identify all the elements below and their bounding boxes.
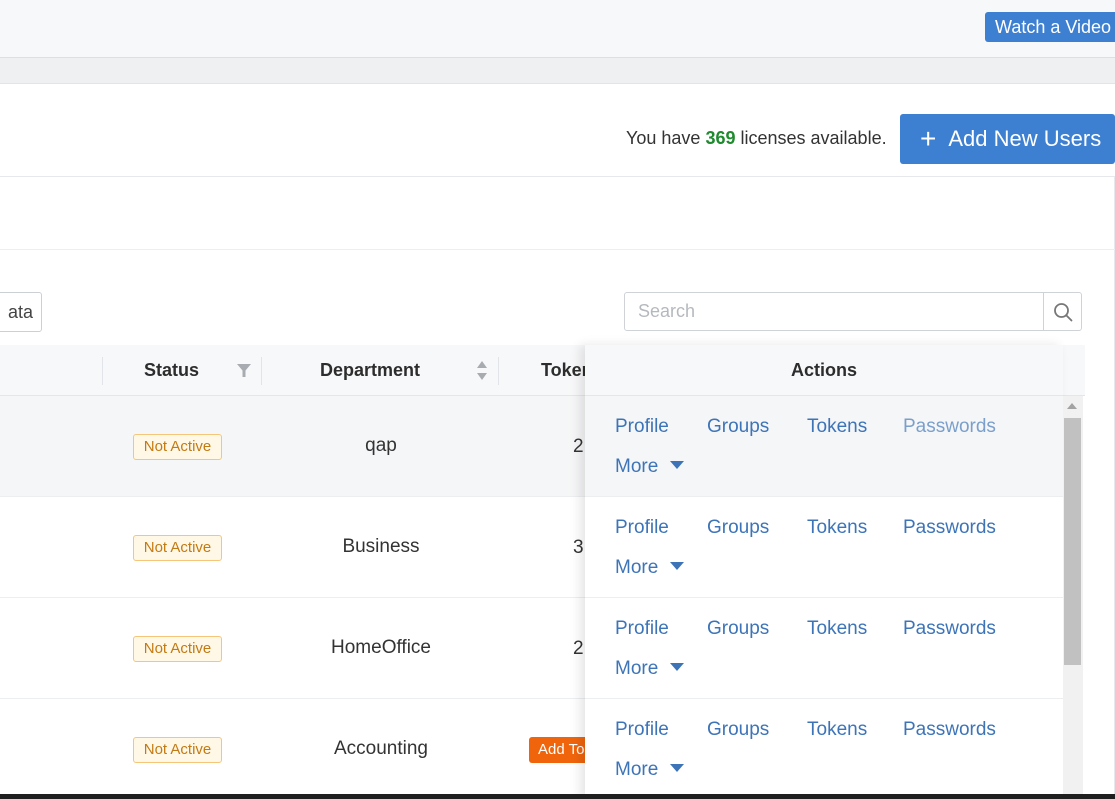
groups-link[interactable]: Groups: [707, 416, 769, 438]
actions-row: Profile Groups Tokens Passwords More: [585, 598, 1063, 699]
more-label: More: [615, 759, 659, 780]
licenses-available-text: You have 369 licenses available.: [626, 128, 887, 149]
groups-link[interactable]: Groups: [707, 517, 769, 539]
actions-row: Profile Groups Tokens Passwords More: [585, 396, 1063, 497]
department-cell: qap: [365, 435, 397, 456]
column-separator: [102, 357, 103, 385]
caret-down-icon: [670, 562, 685, 570]
column-header-status[interactable]: Status: [144, 345, 199, 396]
groups-link[interactable]: Groups: [707, 719, 769, 741]
licenses-suffix: licenses available.: [740, 128, 887, 148]
profile-link[interactable]: Profile: [615, 416, 669, 438]
more-dropdown[interactable]: More: [615, 658, 685, 680]
scroll-up-arrow-icon[interactable]: [1067, 403, 1077, 409]
actions-row: Profile Groups Tokens Passwords More: [585, 699, 1063, 799]
column-separator: [261, 357, 262, 385]
groups-link[interactable]: Groups: [707, 618, 769, 640]
status-badge: Not Active: [133, 434, 222, 460]
search-icon: [1054, 302, 1073, 321]
more-label: More: [615, 456, 659, 477]
tokens-link[interactable]: Tokens: [807, 416, 867, 438]
status-badge: Not Active: [133, 535, 222, 561]
tokens-cell: 2: [573, 638, 584, 659]
passwords-link[interactable]: Passwords: [903, 517, 996, 539]
sort-icon[interactable]: [476, 361, 488, 380]
data-button[interactable]: ata: [0, 292, 42, 332]
search-input[interactable]: [625, 293, 1043, 330]
tokens-link[interactable]: Tokens: [807, 719, 867, 741]
tokens-link[interactable]: Tokens: [807, 517, 867, 539]
search-box: [624, 292, 1082, 331]
column-separator: [498, 357, 499, 385]
bottom-edge-bar: [0, 794, 1115, 799]
caret-down-icon: [670, 663, 685, 671]
tokens-cell: 3: [573, 537, 584, 558]
passwords-link[interactable]: Passwords: [903, 416, 996, 438]
licenses-prefix: You have: [626, 128, 701, 148]
scrollbar-thumb[interactable]: [1064, 418, 1081, 665]
profile-link[interactable]: Profile: [615, 618, 669, 640]
add-new-users-button[interactable]: + Add New Users: [900, 114, 1115, 164]
add-new-users-label: Add New Users: [948, 126, 1102, 151]
profile-link[interactable]: Profile: [615, 517, 669, 539]
status-badge: Not Active: [133, 636, 222, 662]
department-cell: Business: [342, 536, 420, 557]
more-dropdown[interactable]: More: [615, 557, 685, 579]
more-label: More: [615, 658, 659, 679]
status-badge: Not Active: [133, 737, 222, 763]
more-label: More: [615, 557, 659, 578]
licenses-count: 369: [705, 128, 736, 148]
more-dropdown[interactable]: More: [615, 759, 685, 781]
filter-icon[interactable]: [237, 364, 251, 377]
plus-icon: +: [920, 123, 937, 154]
caret-down-icon: [670, 764, 685, 772]
passwords-link[interactable]: Passwords: [903, 618, 996, 640]
search-button[interactable]: [1043, 293, 1082, 330]
tokens-link[interactable]: Tokens: [807, 618, 867, 640]
department-cell: HomeOffice: [331, 637, 431, 658]
watch-video-button[interactable]: Watch a Video: [985, 12, 1115, 42]
profile-link[interactable]: Profile: [615, 719, 669, 741]
column-header-department[interactable]: Department: [320, 345, 420, 396]
department-cell: Accounting: [333, 738, 428, 759]
panel-divider: [0, 249, 1115, 250]
passwords-link[interactable]: Passwords: [903, 719, 996, 741]
actions-column: Actions Profile Groups Tokens Passwords …: [585, 345, 1063, 799]
tokens-cell: 2: [573, 436, 584, 457]
actions-row: Profile Groups Tokens Passwords More: [585, 497, 1063, 598]
caret-down-icon: [670, 461, 685, 469]
subheader-band: [0, 58, 1115, 84]
more-dropdown[interactable]: More: [615, 456, 685, 478]
top-bar: Watch a Video: [0, 0, 1115, 58]
column-header-actions: Actions: [585, 345, 1063, 396]
